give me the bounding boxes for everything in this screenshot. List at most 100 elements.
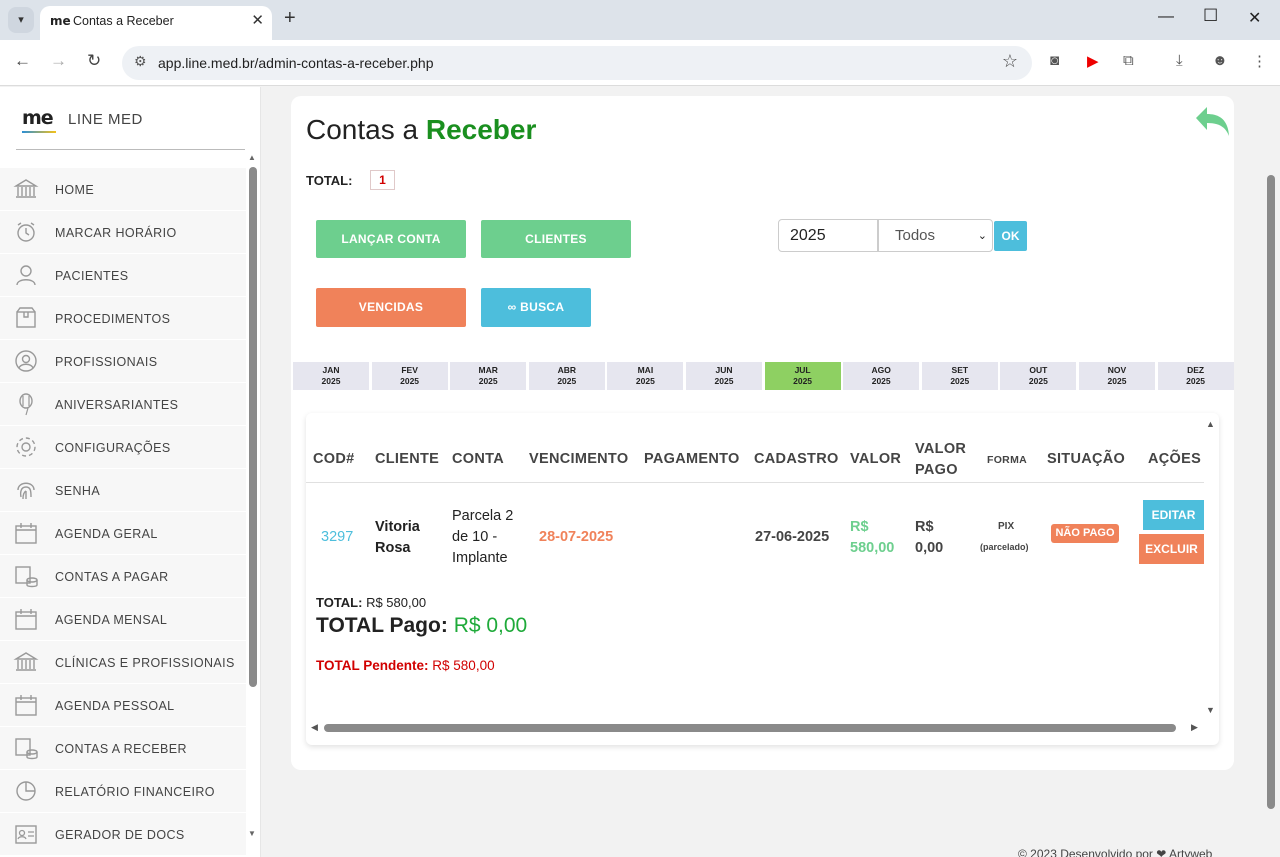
content-card: Contas a Receber TOTAL: 1 LANÇAR CONTA C… <box>291 96 1234 770</box>
extensions-icon[interactable]: ⧉ <box>1123 52 1134 69</box>
page-title: Contas a Receber <box>306 114 536 146</box>
status-select[interactable]: Todos ⌄ <box>878 219 993 252</box>
sidebar-item-senha[interactable]: SENHA <box>0 469 246 512</box>
table-scroll-up-icon[interactable]: ▲ <box>1206 419 1215 429</box>
month-tab-mar[interactable]: MAR 2025 <box>450 362 527 390</box>
total-count-badge: 1 <box>370 170 395 190</box>
month-tab-set[interactable]: SET 2025 <box>921 362 998 390</box>
sidebar-item-agenda-mensal[interactable]: AGENDA MENSAL <box>0 598 246 641</box>
lancar-conta-button[interactable]: LANÇAR CONTA <box>316 220 466 258</box>
month-tab-fev[interactable]: FEV 2025 <box>371 362 448 390</box>
sidebar-item-agenda-geral[interactable]: AGENDA GERAL <box>0 512 246 555</box>
url-text[interactable]: app.line.med.br/admin-contas-a-receber.p… <box>158 55 434 71</box>
scroll-up-icon[interactable]: ▲ <box>248 153 256 162</box>
sidebar-item-marcar-horário[interactable]: MARCAR HORÁRIO <box>0 211 246 254</box>
close-icon[interactable]: ✕ <box>251 11 264 29</box>
month-tab-year: 2025 <box>400 376 420 386</box>
balloon-icon <box>19 393 33 416</box>
sidebar-item-home[interactable]: HOME <box>0 168 246 211</box>
sidebar-item-clínicas-e-profissionais[interactable]: CLÍNICAS E PROFISSIONAIS <box>0 641 246 684</box>
month-tab-dez[interactable]: DEZ 2025 <box>1157 362 1234 390</box>
vencidas-button[interactable]: VENCIDAS <box>316 288 466 327</box>
user-icon <box>16 265 36 286</box>
sidebar-item-label: PROFISSIONAIS <box>55 355 158 369</box>
sidebar-item-label: PACIENTES <box>55 269 129 283</box>
youtube-icon[interactable]: ▶ <box>1087 52 1099 70</box>
browser-tab[interactable]: me Contas a Receber ✕ <box>40 6 272 40</box>
scroll-down-icon[interactable]: ▼ <box>248 829 256 838</box>
sidebar-scrollbar[interactable] <box>249 167 257 687</box>
row-cliente-line1: Vitoria <box>375 519 420 535</box>
return-arrow-icon[interactable] <box>1192 104 1232 138</box>
row-cod-link[interactable]: 3297 <box>321 529 353 545</box>
more-icon[interactable]: ⋮ <box>1252 52 1267 70</box>
row-valor-line2: 580,00 <box>850 540 895 556</box>
table-scroll-left-icon[interactable]: ◀ <box>311 722 318 733</box>
logo-underline <box>22 131 56 133</box>
fingerprint-icon <box>17 482 35 500</box>
sidebar-item-contas-a-pagar[interactable]: CONTAS A PAGAR <box>0 555 246 598</box>
summary-pendente: TOTAL Pendente: R$ 580,00 <box>316 658 495 673</box>
month-tab-out[interactable]: OUT 2025 <box>1000 362 1077 390</box>
sidebar-item-gerador-de-docs[interactable]: GERADOR DE DOCS <box>0 813 246 856</box>
sidebar-item-contas-a-receber[interactable]: CONTAS A RECEBER <box>0 727 246 770</box>
new-tab-icon[interactable]: + <box>284 7 296 30</box>
year-input[interactable]: 2025 <box>778 219 878 252</box>
logo[interactable]: me <box>22 107 54 129</box>
header-divider <box>306 482 1204 483</box>
month-tab-name: MAI <box>637 365 654 375</box>
month-tab-jul[interactable]: JUL 2025 <box>764 362 841 390</box>
sidebar-item-configurações[interactable]: CONFIGURAÇÕES <box>0 426 246 469</box>
editar-button[interactable]: EDITAR <box>1143 500 1204 530</box>
sidebar-item-aniversariantes[interactable]: ANIVERSARIANTES <box>0 383 246 426</box>
window-close-icon[interactable]: ✕ <box>1248 8 1261 28</box>
table-horizontal-scrollbar[interactable] <box>324 724 1176 732</box>
browser-tab-bar: ▾ me Contas a Receber ✕ + — ☐ ✕ <box>0 0 1280 40</box>
clientes-button[interactable]: CLIENTES <box>481 220 631 258</box>
sidebar-item-procedimentos[interactable]: PROCEDIMENTOS <box>0 297 246 340</box>
chevron-down-icon: ⌄ <box>977 230 987 242</box>
camera-icon[interactable]: ◙ <box>1050 52 1059 69</box>
bank-icon <box>13 179 39 198</box>
month-tab-year: 2025 <box>950 376 970 386</box>
month-tab-mai[interactable]: MAI 2025 <box>607 362 684 390</box>
table-scroll-down-icon[interactable]: ▼ <box>1206 705 1215 715</box>
sidebar-item-label: CONTAS A PAGAR <box>55 570 169 584</box>
sidebar-item-profissionais[interactable]: PROFISSIONAIS <box>0 340 246 383</box>
tab-search-icon[interactable]: ▾ <box>8 7 34 33</box>
page-scrollbar[interactable] <box>1267 175 1275 809</box>
forward-icon[interactable]: → <box>50 51 67 71</box>
download-icon[interactable]: ⤓ <box>1176 52 1183 69</box>
month-tab-name: DEZ <box>1187 365 1205 375</box>
omnibox[interactable]: ⚙ app.line.med.br/admin-contas-a-receber… <box>122 46 1032 80</box>
reload-icon[interactable]: ↻ <box>87 51 101 71</box>
sidebar-item-agenda-pessoal[interactable]: AGENDA PESSOAL <box>0 684 246 727</box>
month-tab-name: OUT <box>1029 365 1048 375</box>
busca-button[interactable]: ∞ BUSCA <box>481 288 591 327</box>
sidebar: me LINE MED HOME MARCAR HORÁRIO PACIENTES P… <box>0 87 261 857</box>
bookmark-star-icon[interactable]: ☆ <box>1002 51 1018 72</box>
id-card-icon <box>15 825 37 844</box>
month-tab-jun[interactable]: JUN 2025 <box>686 362 762 390</box>
month-tab-abr[interactable]: ABR 2025 <box>528 362 605 390</box>
table-scroll-right-icon[interactable]: ▶ <box>1191 722 1198 733</box>
sidebar-item-relatório-financeiro[interactable]: RELATÓRIO FINANCEIRO <box>0 770 246 813</box>
sidebar-item-pacientes[interactable]: PACIENTES <box>0 254 246 297</box>
maximize-icon[interactable]: ☐ <box>1203 6 1218 26</box>
month-tab-ago[interactable]: AGO 2025 <box>843 362 920 390</box>
calendar-icon <box>15 695 37 716</box>
month-tab-nov[interactable]: NOV 2025 <box>1079 362 1155 390</box>
sidebar-item-label: CLÍNICAS E PROFISSIONAIS <box>55 656 235 670</box>
excluir-button[interactable]: EXCLUIR <box>1139 534 1204 564</box>
back-icon[interactable]: ← <box>14 51 31 71</box>
header-forma: FORMA <box>987 454 1027 466</box>
footer-credit: © 2023 Desenvolvido por ❤ Artyweb <box>1018 847 1213 857</box>
month-tab-jan[interactable]: JAN 2025 <box>293 362 369 390</box>
minimize-icon[interactable]: — <box>1158 8 1174 26</box>
ok-button[interactable]: OK <box>994 221 1027 251</box>
profile-icon[interactable]: ☻ <box>1212 52 1228 69</box>
sidebar-divider <box>16 149 245 150</box>
site-settings-icon[interactable]: ⚙ <box>134 53 147 70</box>
month-tab-year: 2025 <box>793 376 813 386</box>
row-cliente-line2: Rosa <box>375 540 411 556</box>
